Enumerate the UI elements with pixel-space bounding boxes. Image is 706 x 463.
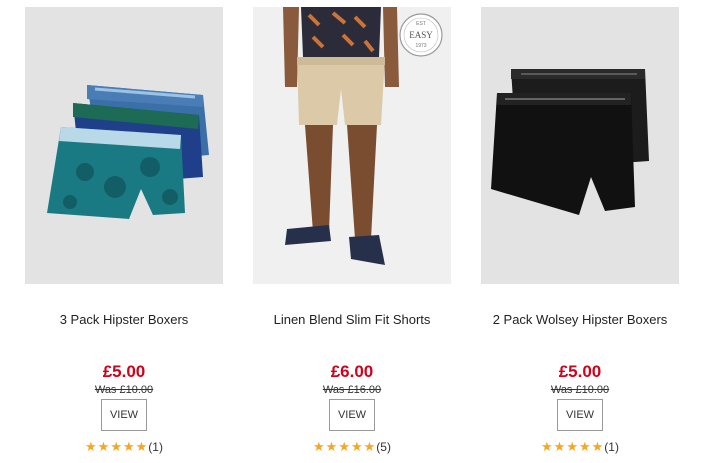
product-title[interactable]: 3 Pack Hipster Boxers — [10, 312, 238, 327]
review-count: (1) — [604, 440, 619, 454]
review-count: (1) — [148, 440, 163, 454]
product-card: EST EASY 1973 Linen Blend Slim Fit Short… — [253, 7, 451, 463]
product-image[interactable]: EST EASY 1973 — [253, 7, 451, 284]
view-button[interactable]: VIEW — [329, 399, 375, 431]
shorts-model-illustration: EST EASY 1973 — [283, 7, 443, 265]
product-rating[interactable]: ★★★★★(5) — [253, 439, 451, 455]
star-rating-icon: ★★★★★ — [313, 439, 377, 454]
was-price-text: Was £10.00 — [550, 384, 610, 396]
product-image[interactable] — [481, 7, 679, 284]
was-price-text: Was £10.00 — [94, 384, 154, 396]
was-price: Was £16.00 — [253, 384, 451, 396]
was-price-text: Was £16.00 — [322, 384, 382, 396]
product-price: £5.00 — [558, 362, 602, 381]
was-price: Was £10.00 — [481, 384, 679, 396]
star-rating-icon: ★★★★★ — [541, 439, 605, 454]
product-rating[interactable]: ★★★★★(1) — [25, 439, 223, 455]
black-boxers-illustration — [491, 69, 649, 215]
was-price: Was £10.00 — [25, 384, 223, 396]
badge-top-text: EST — [416, 21, 426, 27]
boxers-pack-illustration — [47, 85, 209, 219]
product-rating[interactable]: ★★★★★(1) — [481, 439, 679, 455]
product-price: £6.00 — [330, 362, 374, 381]
product-title[interactable]: 2 Pack Wolsey Hipster Boxers — [466, 312, 694, 327]
product-image[interactable] — [25, 7, 223, 284]
product-card: 2 Pack Wolsey Hipster Boxers £5.00 Was £… — [481, 7, 679, 463]
product-card: 3 Pack Hipster Boxers £5.00 Was £10.00 V… — [25, 7, 223, 463]
badge-bottom-text: 1973 — [415, 43, 426, 49]
review-count: (5) — [376, 440, 391, 454]
product-title[interactable]: Linen Blend Slim Fit Shorts — [238, 312, 466, 327]
view-button[interactable]: VIEW — [101, 399, 147, 431]
star-rating-icon: ★★★★★ — [85, 439, 149, 454]
view-button[interactable]: VIEW — [557, 399, 603, 431]
badge-middle-text: EASY — [409, 30, 433, 40]
product-price: £5.00 — [102, 362, 146, 381]
product-grid: 3 Pack Hipster Boxers £5.00 Was £10.00 V… — [0, 0, 706, 463]
